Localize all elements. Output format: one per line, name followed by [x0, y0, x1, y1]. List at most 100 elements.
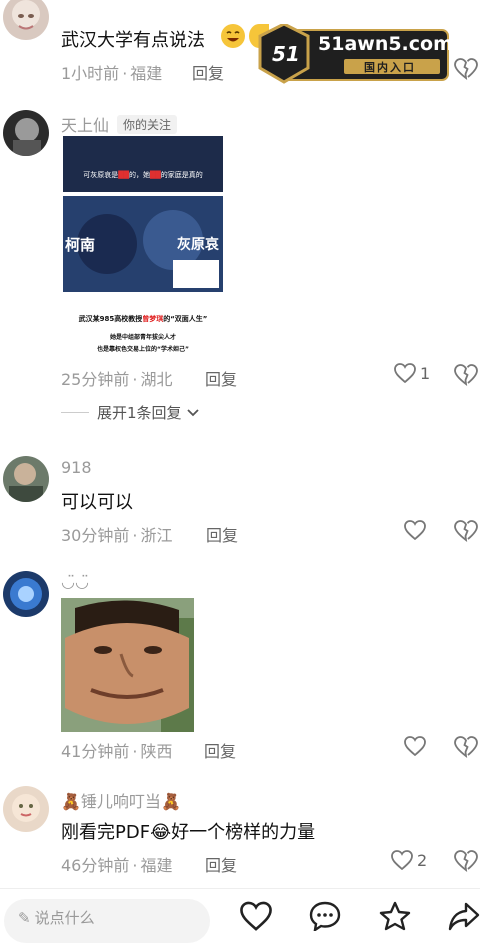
comment-time: 41分钟前 [61, 742, 130, 761]
comment-time: 30分钟前 [61, 526, 130, 545]
comment-button[interactable] [309, 901, 341, 935]
username[interactable]: ◡̈◡̈ [61, 572, 89, 591]
image-caption-pre: 武汉某985高校教授 [78, 315, 143, 323]
comment-4: ◡̈◡̈ 41分钟前 · 陕西 回复 [0, 562, 480, 762]
image-header-text: 可灰原哀是██的，她██的家庭是真的 [61, 170, 225, 180]
star-icon [379, 901, 411, 931]
comment-image[interactable]: 可灰原哀是██的，她██的家庭是真的 柯南 灰原哀 武汉某985高校教授曾梦琪的… [61, 136, 225, 358]
avatar-image [3, 571, 49, 617]
comment-text-pre: 刚看完PDF [61, 822, 151, 843]
comment-location: 福建 [130, 64, 163, 83]
reply-button[interactable]: 回复 [206, 522, 238, 546]
username[interactable]: 🧸锤儿响叮当🧸 [61, 788, 181, 812]
avatar[interactable] [3, 110, 49, 156]
comment-location: 陕西 [140, 742, 173, 761]
like-button[interactable]: 1 [394, 363, 430, 383]
comment-2: 天上仙 你的关注 可灰原哀是██的，她██的家庭是真的 柯南 灰原哀 武汉某985… [0, 100, 480, 430]
bottom-action-bar: ✎ 说点什么 [0, 888, 480, 943]
share-button[interactable] [448, 901, 480, 935]
heart-icon [404, 520, 426, 540]
ad-domain: 51awn5.com [318, 33, 453, 55]
comment-time: 25分钟前 [61, 370, 130, 389]
image-caption-post: 的“双面人生” [163, 315, 208, 323]
comment-bubble-icon [309, 901, 341, 933]
username[interactable]: 918 [61, 458, 92, 477]
expand-replies-button[interactable]: 展开1条回复 [61, 402, 200, 423]
image-caption-name: 曾梦琪 [142, 315, 164, 323]
image-caption-3: 也是靠权色交易上位的“学术妲己” [97, 346, 189, 353]
username-text[interactable]: 天上仙 [61, 116, 109, 135]
image-header-mid: 的，她 [129, 171, 150, 179]
dislike-icon[interactable] [454, 850, 478, 876]
reply-button[interactable]: 回复 [192, 60, 224, 84]
reply-button[interactable]: 回复 [205, 366, 237, 390]
reply-button[interactable]: 回复 [205, 852, 237, 876]
comment-time: 46分钟前 [61, 856, 130, 875]
comment-time: 1小时前 [61, 64, 120, 83]
bear-emoji-icon: 🧸 [61, 792, 81, 811]
comment-meta: 1小时前 · 福建 [61, 64, 163, 83]
expand-replies-label: 展开1条回复 [97, 404, 182, 422]
avatar-image [3, 110, 49, 156]
avatar[interactable] [3, 0, 49, 40]
image-caption-2: 她是中组部青年拔尖人才 [109, 334, 176, 341]
meme-face-image [61, 598, 194, 732]
avatar-image [3, 456, 49, 502]
smile-emoji-icon [221, 24, 245, 48]
heart-icon [240, 901, 272, 931]
dislike-icon[interactable] [454, 58, 478, 84]
dislike-icon[interactable] [454, 364, 478, 390]
comment-5: 🧸锤儿响叮当🧸 刚看完PDF😂好一个榜样的力量 46分钟前 · 福建 回复 2 [0, 778, 480, 886]
avatar-image [3, 786, 49, 832]
like-button[interactable]: 2 [391, 850, 427, 870]
comment-location: 浙江 [140, 526, 173, 545]
dislike-icon[interactable] [454, 520, 478, 546]
image-header-pre: 可灰原哀是 [83, 171, 119, 179]
comment-location: 湖北 [140, 370, 173, 389]
comment-3: 918 可以可以 30分钟前 · 浙江 回复 [0, 448, 480, 558]
like-post-button[interactable] [240, 901, 272, 935]
comment-meta: 30分钟前 · 浙江 [61, 526, 173, 545]
username: 天上仙 你的关注 [61, 112, 178, 136]
divider-line [61, 412, 89, 413]
comment-image[interactable] [61, 598, 194, 732]
laugh-cry-emoji-icon: 😂 [150, 822, 172, 843]
comment-text: 可以可以 [61, 492, 133, 513]
image-header-redacted: ██ [118, 171, 129, 179]
ad-logo: 51 [272, 42, 300, 66]
comment-meta: 25分钟前 · 湖北 [61, 370, 173, 389]
image-header-redacted: ██ [150, 171, 161, 179]
following-badge: 你的关注 [117, 115, 178, 134]
image-name-right: 灰原哀 [177, 237, 219, 253]
share-arrow-icon [448, 902, 480, 931]
image-header-post: 的家庭是真的 [160, 171, 203, 179]
pencil-icon: ✎ [18, 909, 31, 927]
heart-icon [404, 736, 426, 756]
avatar[interactable] [3, 786, 49, 832]
chevron-down-icon [186, 408, 199, 416]
like-count: 1 [420, 363, 431, 383]
avatar[interactable] [3, 571, 49, 617]
avatar[interactable] [3, 456, 49, 502]
username-text: 锤儿响叮当 [80, 792, 161, 811]
ad-banner[interactable]: 51 51awn5.com 国内入口 [256, 24, 453, 84]
ad-subtitle: 国内入口 [364, 61, 416, 74]
reply-button[interactable]: 回复 [204, 738, 236, 762]
heart-icon [394, 363, 416, 383]
favorite-button[interactable] [379, 901, 411, 935]
like-count: 2 [417, 850, 428, 870]
comment-meta: 46分钟前 · 福建 [61, 856, 173, 875]
image-caption-1: 武汉某985高校教授曾梦琪的“双面人生” [61, 314, 225, 324]
comment-text-post: 好一个榜样的力量 [171, 822, 316, 843]
bear-emoji-icon: 🧸 [160, 792, 181, 811]
comment-input-placeholder: 说点什么 [34, 909, 95, 927]
image-name-left: 柯南 [65, 236, 96, 254]
comment-location: 福建 [140, 856, 173, 875]
like-button[interactable] [404, 520, 426, 540]
like-button[interactable] [404, 736, 426, 756]
heart-icon [391, 850, 413, 870]
comment-input[interactable]: ✎ 说点什么 [4, 899, 210, 943]
comment-text: 刚看完PDF😂好一个榜样的力量 [61, 818, 315, 844]
dislike-icon[interactable] [454, 736, 478, 762]
comment-meta: 41分钟前 · 陕西 [61, 742, 173, 761]
